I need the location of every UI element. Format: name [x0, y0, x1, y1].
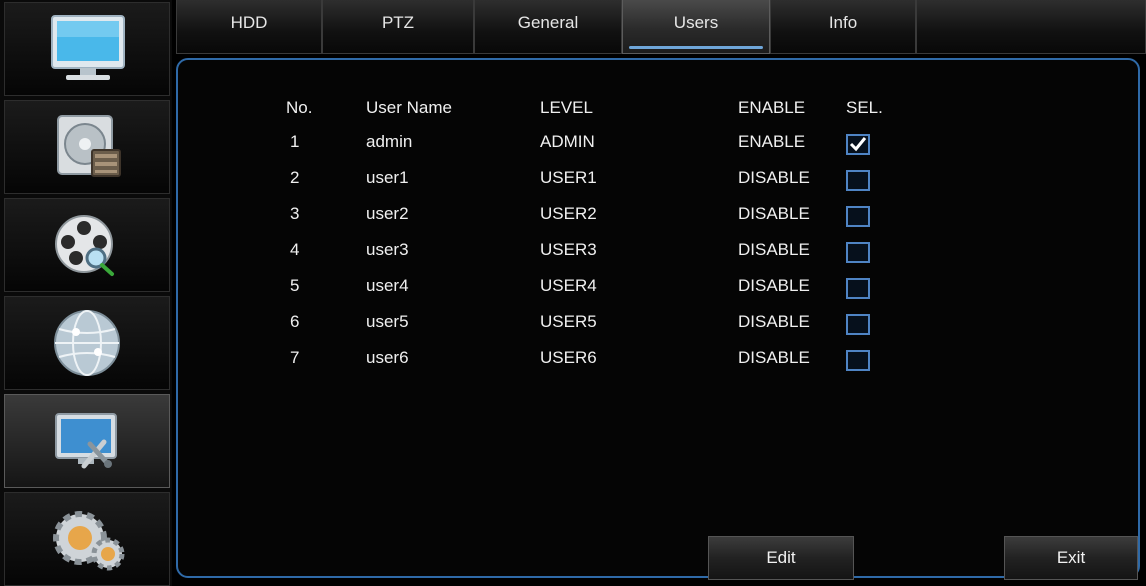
cell-no: 4 [290, 240, 300, 259]
tab-blank [916, 0, 1146, 54]
sidebar [0, 0, 172, 586]
cell-no: 7 [290, 348, 300, 367]
tab-hdd[interactable]: HDD [176, 0, 322, 54]
cell-level: USER1 [540, 168, 597, 187]
exit-button-label: Exit [1056, 548, 1086, 567]
cell-username: admin [366, 132, 413, 151]
enable-checkbox[interactable] [846, 278, 870, 299]
enable-checkbox[interactable] [846, 314, 870, 335]
cell-no: 2 [290, 168, 300, 187]
cell-username: user3 [366, 240, 409, 259]
cell-no: 5 [290, 276, 300, 295]
cell-level: USER2 [540, 204, 597, 223]
edit-button[interactable]: Edit [708, 536, 854, 580]
cell-status: DISABLE [738, 312, 810, 331]
header-sel: SEL. [846, 98, 883, 117]
tab-bar: HDD PTZ General Users Info [176, 0, 1146, 58]
cell-username: user5 [366, 312, 409, 331]
cell-status: DISABLE [738, 348, 810, 367]
tab-ptz[interactable]: PTZ [322, 0, 474, 54]
cell-status: DISABLE [738, 204, 810, 223]
tab-label: HDD [230, 12, 268, 32]
network-globe-icon [54, 310, 120, 376]
cell-username: user6 [366, 348, 409, 367]
enable-checkbox[interactable] [846, 134, 870, 155]
tab-label: General [517, 12, 579, 32]
enable-checkbox[interactable] [846, 350, 870, 371]
cell-status: DISABLE [738, 240, 810, 259]
gears-icon [53, 511, 125, 571]
header-no: No. [286, 98, 313, 117]
header-username: User Name [366, 98, 452, 117]
sidebar-item-network[interactable] [4, 296, 170, 390]
cell-level: USER5 [540, 312, 597, 331]
system-tools-icon [55, 413, 117, 469]
checkmark-icon [849, 137, 867, 152]
cell-status: ENABLE [738, 132, 806, 151]
cell-username: user4 [366, 276, 409, 295]
cell-username: user1 [366, 168, 409, 187]
sidebar-item-record[interactable] [4, 100, 170, 194]
tab-label: Info [828, 12, 858, 32]
header-level: LEVEL [540, 98, 593, 117]
sidebar-item-system[interactable] [4, 394, 170, 488]
sidebar-item-display[interactable] [4, 2, 170, 96]
tab-label: Users [673, 12, 719, 32]
header-enable: ENABLE [738, 98, 806, 117]
tab-general[interactable]: General [474, 0, 622, 54]
cell-level: USER6 [540, 348, 597, 367]
monitor-icon [51, 15, 125, 80]
enable-checkbox[interactable] [846, 206, 870, 227]
film-reel-search-icon [55, 215, 114, 276]
tab-users[interactable]: Users [622, 0, 770, 54]
users-panel: No. User Name LEVEL ENABLE SEL. 1 admin … [176, 58, 1140, 580]
cell-no: 1 [290, 132, 300, 151]
sidebar-item-playback[interactable] [4, 198, 170, 292]
edit-button-label: Edit [766, 548, 796, 567]
tab-info[interactable]: Info [770, 0, 916, 54]
exit-button[interactable]: Exit [1004, 536, 1138, 580]
tab-label: PTZ [381, 12, 415, 32]
sidebar-item-settings[interactable] [4, 492, 170, 586]
disk-record-icon [57, 115, 121, 177]
cell-level: ADMIN [540, 132, 595, 151]
enable-checkbox[interactable] [846, 242, 870, 263]
cell-username: user2 [366, 204, 409, 223]
cell-status: DISABLE [738, 168, 810, 187]
enable-checkbox[interactable] [846, 170, 870, 191]
cell-level: USER3 [540, 240, 597, 259]
cell-no: 6 [290, 312, 300, 331]
cell-level: USER4 [540, 276, 597, 295]
cell-status: DISABLE [738, 276, 810, 295]
cell-no: 3 [290, 204, 300, 223]
